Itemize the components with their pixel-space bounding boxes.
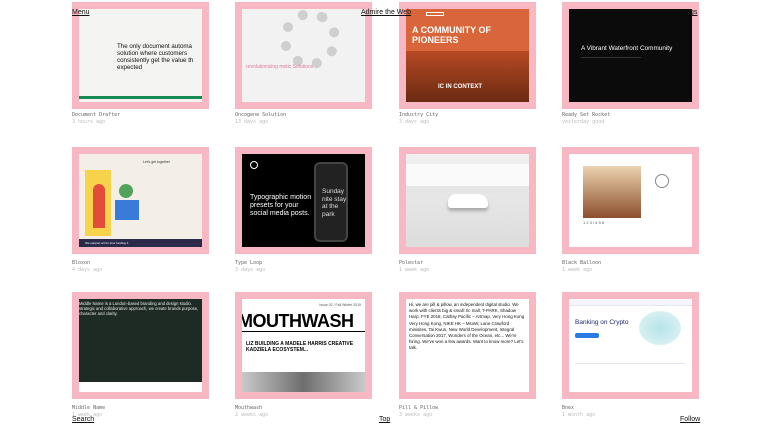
card-thumbnail[interactable]: 1 2 3 / 4 5 6 — [562, 147, 699, 254]
card-title[interactable]: Bloxon — [72, 260, 102, 267]
preview-headline: Typographic motion presets for your soci… — [250, 194, 312, 217]
phone-text: Sunday nite stay at the park — [322, 188, 347, 218]
preview-logo-icon — [250, 161, 258, 169]
site-preview: Middle Name is a London-based branding a… — [79, 299, 202, 392]
card-thumbnail[interactable]: A COMMUNITY OF PIONEERS IC IN CONTEXT — [399, 2, 536, 109]
card-thumbnail[interactable]: Typographic motion presets for your soci… — [235, 147, 372, 254]
card-meta: 4 days ago — [72, 267, 103, 273]
preview-bar — [79, 96, 202, 99]
card-title[interactable]: Type Loop — [235, 260, 265, 267]
preview-divider — [242, 331, 365, 332]
preview-shape — [93, 184, 105, 228]
preview-headline: revolutionising metic Solutions — [246, 64, 314, 70]
card-thumbnail[interactable]: A Vibrant Waterfront Community — [562, 2, 699, 109]
preview-headline: The only document automa solution where … — [117, 43, 194, 71]
card-title[interactable]: Pill & Pillow — [399, 405, 438, 412]
preview-headline: A COMMUNITY OF PIONEERS — [412, 25, 491, 45]
card-title[interactable]: Oncogene Solution — [235, 112, 286, 119]
card-caption: Ready Set Rocket yesterday good — [562, 112, 610, 126]
site-preview: Let's get together We support art for lo… — [79, 154, 202, 247]
card-caption: Bnex 1 month ago — [562, 405, 595, 419]
card-title[interactable]: Middle Name — [72, 405, 105, 412]
site-preview: revolutionising metic Solutions — [242, 9, 365, 102]
card-title[interactable]: Industry City — [399, 112, 438, 119]
card-meta: 1 week ago — [562, 267, 593, 273]
site-preview: A Vibrant Waterfront Community — [569, 9, 692, 102]
card-title[interactable]: Document Drafter — [72, 112, 120, 119]
preview-numbers: 1 2 3 / 4 5 6 — [583, 220, 605, 225]
preview-footer — [79, 382, 202, 392]
right-nav-link[interactable]: gs — [690, 9, 697, 16]
menu-link[interactable]: Menu — [72, 9, 90, 16]
card-meta: 13 days ago — [235, 119, 269, 125]
preview-headline: Middle Name is a London-based branding a… — [79, 301, 199, 316]
site-preview: Hi, we are pill & pillow, an independent… — [406, 299, 529, 392]
preview-headline: Hi, we are pill & pillow, an independent… — [409, 302, 525, 351]
card-caption: Industry City 3 days ago — [399, 112, 438, 126]
site-preview — [406, 154, 529, 247]
card-meta: yesterday good — [562, 119, 605, 125]
follow-link[interactable]: Follow — [680, 416, 700, 423]
card-thumbnail[interactable]: Banking on Crypto — [562, 292, 699, 399]
card-caption: Document Drafter 3 hours ago — [72, 112, 120, 126]
preview-stats — [575, 363, 685, 375]
preview-divider — [581, 57, 641, 65]
site-title-link[interactable]: Admire the Web — [361, 9, 411, 16]
card-meta: 3 days ago — [235, 267, 266, 273]
card-thumbnail[interactable]: Issue 02 / Fall Winter 2019 MOUTHWASH LI… — [235, 292, 372, 399]
card-caption: Mouthwash 2 weeks ago — [235, 405, 268, 419]
site-preview: A COMMUNITY OF PIONEERS IC IN CONTEXT — [406, 9, 529, 102]
preview-headline: Let's get together — [143, 160, 170, 164]
card-thumbnail[interactable]: Middle Name is a London-based branding a… — [72, 292, 209, 399]
card-thumbnail[interactable] — [399, 147, 536, 254]
preview-headline: Banking on Crypto — [575, 319, 629, 326]
card-caption: Oncogene Solution 13 days ago — [235, 112, 286, 126]
preview-photo — [406, 51, 529, 102]
preview-shape — [115, 200, 139, 220]
preview-photo — [583, 166, 641, 218]
preview-header: Issue 02 / Fall Winter 2019 — [319, 303, 361, 307]
preview-subline: LIZ BUILDING A MADELE HARRIS CREATIVE KA… — [246, 341, 354, 353]
site-preview: Banking on Crypto — [569, 299, 692, 392]
card-caption: Pill & Pillow 3 weeks ago — [399, 405, 438, 419]
preview-footer: We support art for love funding it — [79, 239, 202, 247]
search-link[interactable]: Search — [72, 416, 94, 423]
preview-shape — [119, 184, 133, 198]
preview-headline: MOUTHWASH — [242, 311, 354, 331]
card-meta: 2 weeks ago — [235, 412, 269, 418]
preview-headline: A Vibrant Waterfront Community — [581, 45, 673, 52]
card-meta: 3 weeks ago — [399, 412, 433, 418]
site-preview: Issue 02 / Fall Winter 2019 MOUTHWASH LI… — [242, 299, 365, 392]
top-link[interactable]: Top — [379, 416, 390, 423]
card-thumbnail[interactable]: The only document automa solution where … — [72, 2, 209, 109]
site-preview: The only document automa solution where … — [79, 9, 202, 102]
card-caption: Black Balloon 1 week ago — [562, 260, 601, 274]
preview-button — [575, 333, 599, 338]
card-meta: 1 month ago — [562, 412, 596, 418]
card-meta: 3 hours ago — [72, 119, 106, 125]
preview-photo — [242, 372, 365, 392]
preview-graphic — [639, 311, 681, 345]
preview-navbar — [569, 299, 692, 306]
preview-architecture — [406, 164, 529, 194]
card-thumbnail[interactable]: revolutionising metic Solutions — [235, 2, 372, 109]
card-caption: Bloxon 4 days ago — [72, 260, 102, 274]
card-thumbnail[interactable]: Hi, we are pill & pillow, an independent… — [399, 292, 536, 399]
card-title[interactable]: Black Balloon — [562, 260, 601, 267]
preview-label: IC IN CONTEXT — [438, 84, 483, 90]
card-title[interactable]: Bnex — [562, 405, 595, 412]
site-preview: Typographic motion presets for your soci… — [242, 154, 365, 247]
card-meta: 1 week ago — [399, 267, 430, 273]
car-graphic — [448, 194, 488, 208]
card-caption: Polestar 1 week ago — [399, 260, 429, 274]
card-caption: Type Loop 3 days ago — [235, 260, 265, 274]
card-title[interactable]: Mouthwash — [235, 405, 268, 412]
site-preview: 1 2 3 / 4 5 6 — [569, 154, 692, 247]
card-thumbnail[interactable]: Let's get together We support art for lo… — [72, 147, 209, 254]
card-title[interactable]: Polestar — [399, 260, 429, 267]
card-title[interactable]: Ready Set Rocket — [562, 112, 610, 119]
preview-logo — [426, 12, 444, 16]
circle-icon — [655, 174, 669, 188]
card-meta: 3 days ago — [399, 119, 430, 125]
